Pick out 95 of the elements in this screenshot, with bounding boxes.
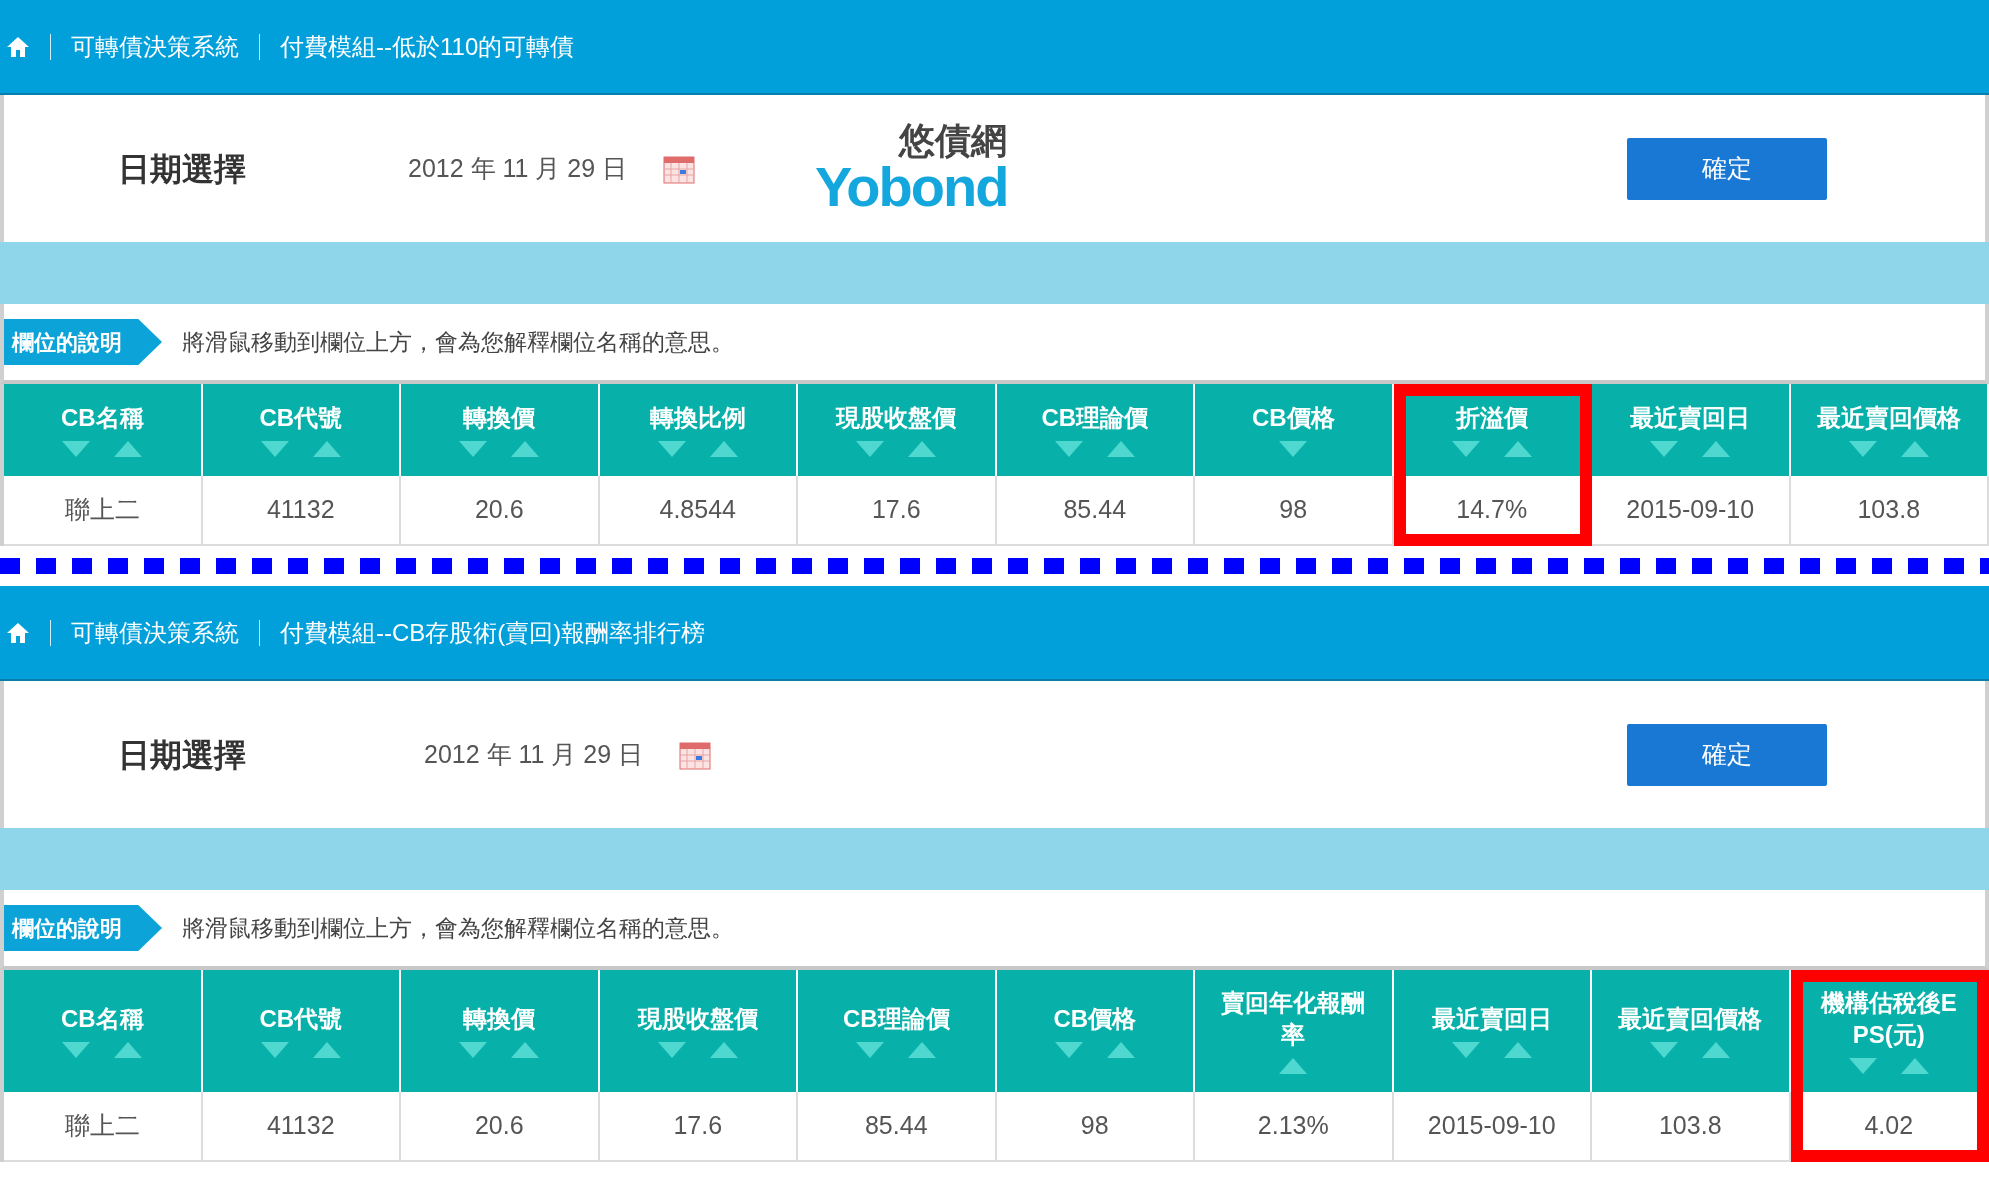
sort-up-icon[interactable]: [311, 1041, 342, 1059]
sort-down-icon[interactable]: [855, 1041, 886, 1059]
date-label: 日期選擇: [118, 149, 247, 189]
sort-up-icon[interactable]: [510, 440, 541, 458]
column-header[interactable]: 轉換價: [401, 970, 600, 1092]
table-cell: 4.02: [1790, 1092, 1989, 1162]
column-header[interactable]: CB代號: [202, 970, 401, 1092]
table-cell: 17.6: [798, 476, 997, 546]
sort-up-icon[interactable]: [113, 440, 144, 458]
sort-up-icon[interactable]: [907, 440, 938, 458]
date-value[interactable]: 2012 年 11 月 29 日: [408, 149, 628, 188]
breadcrumb-link[interactable]: 付費模組--CB存股術(賣回)報酬率排行榜: [280, 614, 706, 651]
column-header[interactable]: 現股收盤價: [599, 970, 798, 1092]
table-cell: 聯上二: [4, 1092, 203, 1162]
info-tag: 欄位的說明: [4, 319, 162, 365]
sort-down-icon[interactable]: [61, 440, 92, 458]
table-cell: 103.8: [1592, 1092, 1791, 1162]
sort-down-icon[interactable]: [855, 440, 886, 458]
column-header[interactable]: 最近賣回價格: [1790, 384, 1989, 476]
sort-down-icon[interactable]: [1847, 440, 1878, 458]
yobond-logo: 悠債網 Yobond: [815, 122, 1008, 215]
sort-down-icon[interactable]: [1053, 440, 1084, 458]
sort-down-icon[interactable]: [1847, 1057, 1878, 1075]
sort-up-icon[interactable]: [113, 1041, 144, 1059]
column-header[interactable]: 賣回年化報酬率: [1195, 970, 1394, 1092]
column-header[interactable]: 最近賣回日: [1393, 970, 1592, 1092]
table-cell: 聯上二: [4, 476, 203, 546]
sort-up-icon[interactable]: [907, 1041, 938, 1059]
sort-down-icon[interactable]: [259, 440, 290, 458]
sort-up-icon[interactable]: [1105, 1041, 1136, 1059]
column-header[interactable]: CB價格: [996, 970, 1195, 1092]
table-cell: 85.44: [798, 1092, 997, 1162]
table-cell: 41132: [202, 1092, 401, 1162]
table-cell: 85.44: [996, 476, 1195, 546]
column-header[interactable]: 轉換價: [401, 384, 600, 476]
table-cell: 98: [1195, 476, 1394, 546]
confirm-button[interactable]: 確定: [1627, 137, 1827, 200]
info-tag: 欄位的說明: [4, 905, 162, 951]
breadcrumb-link[interactable]: 可轉債決策系統: [71, 28, 239, 65]
sort-up-icon[interactable]: [708, 440, 739, 458]
confirm-button[interactable]: 確定: [1627, 723, 1827, 786]
column-header[interactable]: CB價格: [1195, 384, 1394, 476]
date-value[interactable]: 2012 年 11 月 29 日: [424, 735, 644, 774]
sort-down-icon[interactable]: [259, 1041, 290, 1059]
column-header[interactable]: 最近賣回價格: [1592, 970, 1791, 1092]
column-header[interactable]: CB代號: [202, 384, 401, 476]
table-cell: 2.13%: [1195, 1092, 1394, 1162]
column-header[interactable]: CB理論價: [798, 970, 997, 1092]
column-header[interactable]: CB理論價: [996, 384, 1195, 476]
sort-down-icon[interactable]: [458, 1041, 489, 1059]
sort-up-icon[interactable]: [1502, 440, 1533, 458]
table-cell: 4.8544: [599, 476, 798, 546]
column-header[interactable]: 最近賣回日: [1592, 384, 1791, 476]
table-cell: 41132: [202, 476, 401, 546]
home-icon[interactable]: [6, 621, 30, 644]
sort-up-icon[interactable]: [510, 1041, 541, 1059]
sort-down-icon[interactable]: [1450, 1041, 1481, 1059]
table-cell: 2015-09-10: [1393, 1092, 1592, 1162]
sort-down-icon[interactable]: [1649, 1041, 1680, 1059]
sort-up-icon[interactable]: [1105, 440, 1136, 458]
column-header[interactable]: 現股收盤價: [798, 384, 997, 476]
table-cell: 103.8: [1790, 476, 1989, 546]
sort-up-icon[interactable]: [1278, 1057, 1309, 1075]
column-header[interactable]: CB名稱: [4, 384, 203, 476]
sort-up-icon[interactable]: [1701, 440, 1732, 458]
breadcrumb-link[interactable]: 付費模組--低於110的可轉債: [280, 28, 575, 65]
sort-down-icon[interactable]: [1450, 440, 1481, 458]
calendar-icon[interactable]: [663, 153, 696, 184]
table-cell: 20.6: [401, 1092, 600, 1162]
home-icon[interactable]: [6, 35, 30, 58]
sort-up-icon[interactable]: [1502, 1041, 1533, 1059]
calendar-icon[interactable]: [679, 739, 712, 770]
column-header[interactable]: 轉換比例: [599, 384, 798, 476]
table-cell: 14.7%: [1393, 476, 1592, 546]
table-cell: 2015-09-10: [1592, 476, 1791, 546]
sort-up-icon[interactable]: [708, 1041, 739, 1059]
sort-down-icon[interactable]: [656, 440, 687, 458]
sort-up-icon[interactable]: [1701, 1041, 1732, 1059]
sort-up-icon[interactable]: [1899, 440, 1930, 458]
sort-down-icon[interactable]: [1053, 1041, 1084, 1059]
info-text: 將滑鼠移動到欄位上方，會為您解釋欄位名稱的意思。: [182, 913, 734, 943]
column-header[interactable]: CB名稱: [4, 970, 203, 1092]
sort-down-icon[interactable]: [1649, 440, 1680, 458]
info-text: 將滑鼠移動到欄位上方，會為您解釋欄位名稱的意思。: [182, 327, 734, 357]
sort-down-icon[interactable]: [61, 1041, 92, 1059]
table-cell: 17.6: [599, 1092, 798, 1162]
sort-up-icon[interactable]: [1899, 1057, 1930, 1075]
table-cell: 20.6: [401, 476, 600, 546]
table-cell: 98: [996, 1092, 1195, 1162]
sort-down-icon[interactable]: [656, 1041, 687, 1059]
sort-up-icon[interactable]: [311, 440, 342, 458]
breadcrumb-link[interactable]: 可轉債決策系統: [71, 614, 239, 651]
date-label: 日期選擇: [118, 735, 247, 775]
sort-down-icon[interactable]: [458, 440, 489, 458]
sort-down-icon[interactable]: [1278, 440, 1309, 458]
